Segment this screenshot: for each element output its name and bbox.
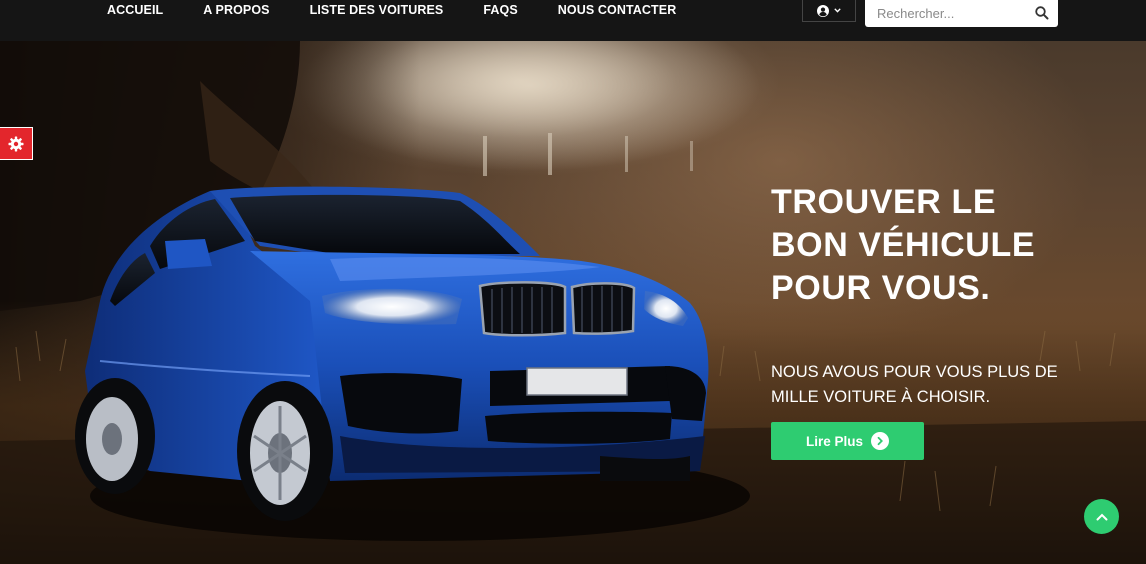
- chevron-right-circle-icon: [871, 432, 890, 450]
- read-more-button[interactable]: Lire Plus: [771, 422, 924, 460]
- menu-item: NOUS CONTACTER: [538, 0, 697, 22]
- user-menu-button[interactable]: [802, 0, 856, 22]
- nav-link-nous-contacter[interactable]: NOUS CONTACTER: [538, 0, 697, 22]
- user-circle-icon: [817, 4, 829, 17]
- chevron-down-icon: [834, 8, 841, 13]
- search-icon[interactable]: [1034, 5, 1050, 21]
- hero-subtitle: NOUS AVOUS POUR VOUS PLUS DE MILLE VOITU…: [771, 363, 1058, 406]
- menu-item: ACCUEIL: [87, 0, 183, 22]
- top-navbar: ACCUEIL A PROPOS LISTE DES VOITURES FAQS…: [0, 0, 1146, 41]
- nav-link-liste-des-voitures[interactable]: LISTE DES VOITURES: [290, 0, 464, 22]
- hero-title: TROUVER LE BON VÉHICULE POUR VOUS.: [771, 183, 1036, 307]
- nav-link-accueil[interactable]: ACCUEIL: [87, 0, 183, 22]
- search-input[interactable]: [865, 0, 1025, 27]
- chevron-up-icon: [1096, 513, 1107, 520]
- back-to-top-button[interactable]: [1084, 499, 1119, 534]
- nav-link-a-propos[interactable]: A PROPOS: [183, 0, 289, 22]
- nav-link-faqs[interactable]: FAQS: [463, 0, 537, 22]
- gear-icon: [8, 136, 24, 151]
- menu-item: FAQS: [463, 0, 537, 22]
- main-menu: ACCUEIL A PROPOS LISTE DES VOITURES FAQS…: [87, 0, 696, 22]
- hero-banner: TROUVER LE BON VÉHICULE POUR VOUS. NOUS …: [0, 41, 1146, 564]
- menu-item: LISTE DES VOITURES: [290, 0, 464, 22]
- settings-tab[interactable]: [0, 127, 33, 160]
- menu-item: A PROPOS: [183, 0, 289, 22]
- read-more-label: Lire Plus: [805, 433, 864, 449]
- search-box: [865, 0, 1058, 27]
